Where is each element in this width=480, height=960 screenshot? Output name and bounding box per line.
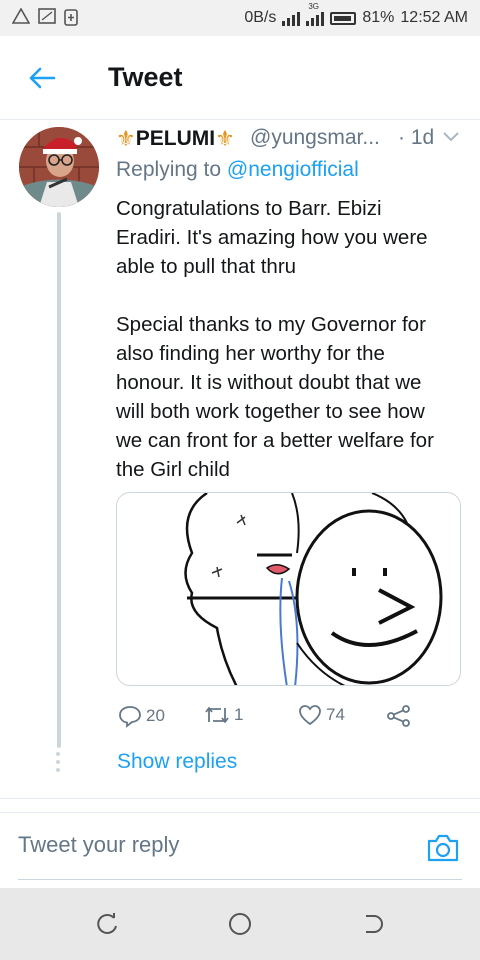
replying-mention[interactable]: @nengiofficial (227, 158, 359, 181)
reply-icon (119, 706, 141, 728)
clock: 12:52 AM (400, 9, 468, 26)
avatar[interactable] (19, 127, 99, 207)
replying-prefix: Replying to (116, 158, 222, 181)
recent-apps-icon (97, 913, 117, 934)
status-bar: 0B/s 3G 81% 12:52 AM (0, 0, 480, 36)
retweet-icon (205, 707, 229, 723)
more-button[interactable] (440, 126, 462, 148)
tweet-line: the Girl child (116, 458, 230, 481)
battery-level: 81% (362, 9, 395, 26)
retweet-count: 1 (234, 705, 244, 724)
status-right: 0B/s 3G 81% 12:52 AM (244, 2, 468, 27)
heart-icon (299, 705, 321, 726)
like-count: 74 (326, 705, 345, 724)
tweet-image[interactable] (116, 492, 461, 686)
fleur-de-lis-icon: ⚜ (215, 126, 235, 151)
notification-icons (11, 7, 78, 31)
network-type: 3G (308, 2, 320, 11)
reply-count: 20 (146, 706, 165, 725)
tweet-header: ⚜ PELUMI ⚜ @yungsmar... · 1d (116, 126, 466, 156)
retweet-button[interactable]: 1 (204, 704, 243, 726)
tweet-line: will both work together to see how (116, 400, 425, 423)
signal-3g-icon: 3G (306, 2, 325, 26)
tweet-line: honour. It is without doubt that we (116, 371, 422, 394)
show-replies-link[interactable]: Show replies (117, 750, 237, 774)
back-nav-button[interactable] (360, 910, 388, 938)
net-speed: 0B/s (244, 9, 277, 26)
thread-line (57, 212, 61, 748)
reply-button[interactable]: 20 (118, 704, 165, 728)
home-icon (229, 913, 251, 935)
author-name-block[interactable]: ⚜ PELUMI ⚜ (116, 126, 235, 152)
fleur-de-lis-icon: ⚜ (116, 126, 136, 151)
divider (0, 798, 480, 799)
tweet-text: Congratulations to Barr. Ebizi Eradiri. … (116, 194, 466, 484)
share-button[interactable] (386, 704, 412, 728)
tweet-actions: 20 1 74 (116, 704, 416, 732)
arrow-left-icon (29, 67, 56, 89)
camera-icon (427, 834, 459, 862)
tweet-line: also finding her worthy for the (116, 342, 385, 365)
back-button[interactable] (26, 62, 58, 94)
thread-dots (56, 752, 60, 772)
like-button[interactable]: 74 (298, 704, 345, 726)
battery-icon (330, 11, 357, 25)
navigation-bar (0, 888, 480, 960)
reply-input[interactable] (18, 827, 408, 863)
tweet-line: we can front for a better welfare for (116, 429, 434, 452)
recent-apps-button[interactable] (94, 910, 122, 938)
warning-icon (11, 7, 31, 31)
tweet-line: Special thanks to my Governor for (116, 313, 426, 336)
author-handle[interactable]: @yungsmar... (250, 126, 380, 150)
camera-button[interactable] (426, 833, 460, 867)
share-icon (387, 705, 410, 727)
tweet-line (116, 281, 466, 310)
tweet-line: able to pull that thru (116, 255, 297, 278)
screenshot-icon (38, 8, 56, 31)
page-title: Tweet (108, 62, 183, 92)
signal-icon (282, 10, 301, 26)
back-nav-icon (366, 915, 383, 933)
tweet-line: Eradiri. It's amazing how you were (116, 226, 428, 249)
reply-underline (18, 879, 462, 880)
chevron-down-icon (443, 132, 459, 142)
author-name: PELUMI (135, 127, 216, 150)
battery-saver-icon (64, 8, 78, 31)
reply-bar (0, 812, 480, 886)
header: Tweet (0, 36, 480, 120)
tweet-time[interactable]: · 1d (398, 126, 434, 150)
replying-to: Replying to @nengiofficial (116, 158, 359, 182)
tweet-line: Congratulations to Barr. Ebizi (116, 197, 382, 220)
home-button[interactable] (226, 910, 254, 938)
